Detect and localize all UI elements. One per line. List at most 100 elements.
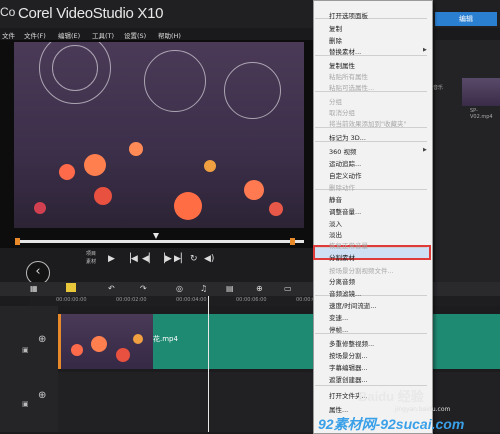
track-toggle-icon[interactable]: ▣: [22, 400, 29, 408]
ruler-tick: 00:00:06:00: [236, 297, 267, 303]
repeat-icon[interactable]: ↻: [190, 254, 198, 264]
flower: [84, 154, 106, 176]
context-menu-item[interactable]: 按场景分割...: [329, 350, 368, 360]
decor-ring: [144, 50, 206, 112]
context-menu-item: 恢复正常音量: [329, 242, 368, 250]
sound-mixer-icon[interactable]: ♫: [200, 284, 207, 293]
library-thumbnail-label: SP-V02.mp4: [470, 108, 493, 120]
site-watermark: 92素材网-92sucai.com: [318, 416, 465, 432]
flower: [59, 164, 75, 180]
flower: [204, 160, 216, 172]
app-fragment: Co: [0, 5, 16, 19]
record-icon[interactable]: ◎: [176, 284, 183, 293]
ruler-tick: 00:00:04:00: [176, 297, 207, 303]
scrubber-track[interactable]: [18, 240, 304, 243]
context-menu-item[interactable]: 自定义动作: [329, 170, 362, 180]
track-toggle-icon[interactable]: ▣: [22, 346, 29, 354]
context-menu-item[interactable]: 静音: [329, 194, 342, 204]
scrubber-head[interactable]: [153, 233, 159, 239]
context-menu-item[interactable]: 淡出: [329, 229, 342, 239]
menu-help[interactable]: 帮助(H): [158, 30, 181, 40]
context-menu-item: 按场景分割视频文件...: [329, 267, 394, 275]
home-icon[interactable]: ▕◀: [124, 254, 138, 264]
context-menu-item[interactable]: 删除: [329, 35, 342, 45]
context-menu-item[interactable]: 替换素材...: [329, 46, 361, 56]
mode-clip[interactable]: 素材: [86, 258, 96, 266]
flower: [34, 202, 46, 214]
flower: [269, 202, 283, 216]
edit-tab-button[interactable]: 编辑: [435, 12, 497, 26]
context-menu-item[interactable]: 变速...: [329, 312, 348, 322]
trim-marker-start[interactable]: [15, 238, 20, 245]
overlay-track-icon[interactable]: ⊕: [38, 390, 46, 401]
flower: [129, 142, 143, 156]
play-icon[interactable]: ▶: [108, 254, 115, 264]
volume-icon[interactable]: ◀): [204, 254, 214, 264]
context-menu-item[interactable]: 音频滤镜...: [329, 288, 361, 298]
context-menu-item: 粘贴可选属性...: [329, 84, 375, 92]
menu-edit[interactable]: 编辑(E): [58, 30, 80, 40]
context-menu-item: 取消分组: [329, 109, 355, 117]
context-menu-item[interactable]: 标记为 3D...: [329, 132, 366, 142]
context-menu-item[interactable]: 调整音量...: [329, 206, 361, 216]
decor-ring: [52, 45, 98, 91]
library-side-label: 音乐: [433, 85, 444, 91]
auto-music-icon[interactable]: ▤: [226, 284, 234, 293]
baidu-watermark-sub: jingyan.baidu.com: [395, 406, 451, 413]
context-menu-item[interactable]: 打开选项面板: [329, 10, 368, 20]
submenu-arrow-icon: ▶: [423, 47, 427, 53]
undo-icon[interactable]: ↶: [108, 284, 115, 293]
end-icon[interactable]: ▶▏: [174, 254, 188, 264]
menu-file-short[interactable]: 文件: [2, 30, 15, 40]
trim-marker-end[interactable]: [290, 238, 295, 245]
mode-project[interactable]: 项目: [86, 250, 96, 258]
mode-labels: 项目 素材: [86, 250, 96, 266]
ruler-tick: 00:00:00:00: [56, 297, 87, 303]
context-menu-item[interactable]: 遮罩创建器...: [329, 374, 368, 384]
app-title: Corel VideoStudio X10: [18, 5, 164, 22]
next-frame-icon[interactable]: ▕▶: [158, 254, 172, 264]
flower: [94, 187, 112, 205]
flower: [174, 192, 202, 220]
context-menu-item: 将当前效果添加到"收藏夹": [329, 120, 407, 128]
flower: [71, 344, 83, 356]
video-track-icon[interactable]: ⊕: [38, 334, 46, 345]
subtitle-icon[interactable]: ▭: [284, 284, 292, 293]
menu-file[interactable]: 文件(F): [24, 30, 46, 40]
flower: [133, 334, 143, 344]
context-menu-item: 分组: [329, 98, 342, 106]
prev-frame-icon[interactable]: ◀▏: [142, 254, 156, 264]
context-menu-item[interactable]: 分割素材: [329, 252, 355, 262]
menu-tools[interactable]: 工具(T): [92, 30, 114, 40]
video-preview[interactable]: [14, 42, 304, 228]
library-panel: [435, 40, 500, 286]
baidu-watermark: Baidu 经验: [358, 389, 424, 404]
redo-icon[interactable]: ↷: [140, 284, 147, 293]
context-menu-item[interactable]: 字幕编辑器...: [329, 362, 368, 372]
flower: [91, 336, 107, 352]
context-menu-item[interactable]: 停帧...: [329, 324, 348, 334]
timeline-view-icon[interactable]: [66, 283, 76, 292]
context-menu-item[interactable]: 运动追踪...: [329, 158, 361, 168]
storyboard-view-icon[interactable]: ▦: [30, 284, 38, 293]
context-menu-item[interactable]: 淡入: [329, 218, 342, 228]
context-menu-item[interactable]: 属性...: [329, 404, 348, 414]
library-thumbnail[interactable]: [462, 78, 500, 106]
context-menu-item: 粘贴所有属性: [329, 73, 368, 81]
ruler-tick: 00:00:02:00: [116, 297, 147, 303]
menu-settings[interactable]: 设置(S): [124, 30, 146, 40]
clip-name: 花.mp4: [153, 335, 178, 343]
context-menu-item[interactable]: 复制: [329, 23, 342, 33]
motion-track-icon[interactable]: ⊕: [256, 284, 263, 293]
context-menu-item[interactable]: 多重修整视频...: [329, 338, 374, 348]
flower: [244, 180, 264, 200]
timeline-playhead[interactable]: [208, 296, 209, 432]
decor-ring: [224, 62, 281, 119]
flower: [116, 348, 130, 362]
context-menu-item: 删除动作: [329, 184, 355, 192]
context-menu-item[interactable]: 速度/时间流逝...: [329, 300, 376, 310]
context-menu-item[interactable]: 复制属性: [329, 60, 355, 70]
context-menu-item[interactable]: 360 视频: [329, 146, 356, 156]
timeline-clip[interactable]: [58, 314, 153, 369]
context-menu-item[interactable]: 分离音频: [329, 276, 355, 286]
